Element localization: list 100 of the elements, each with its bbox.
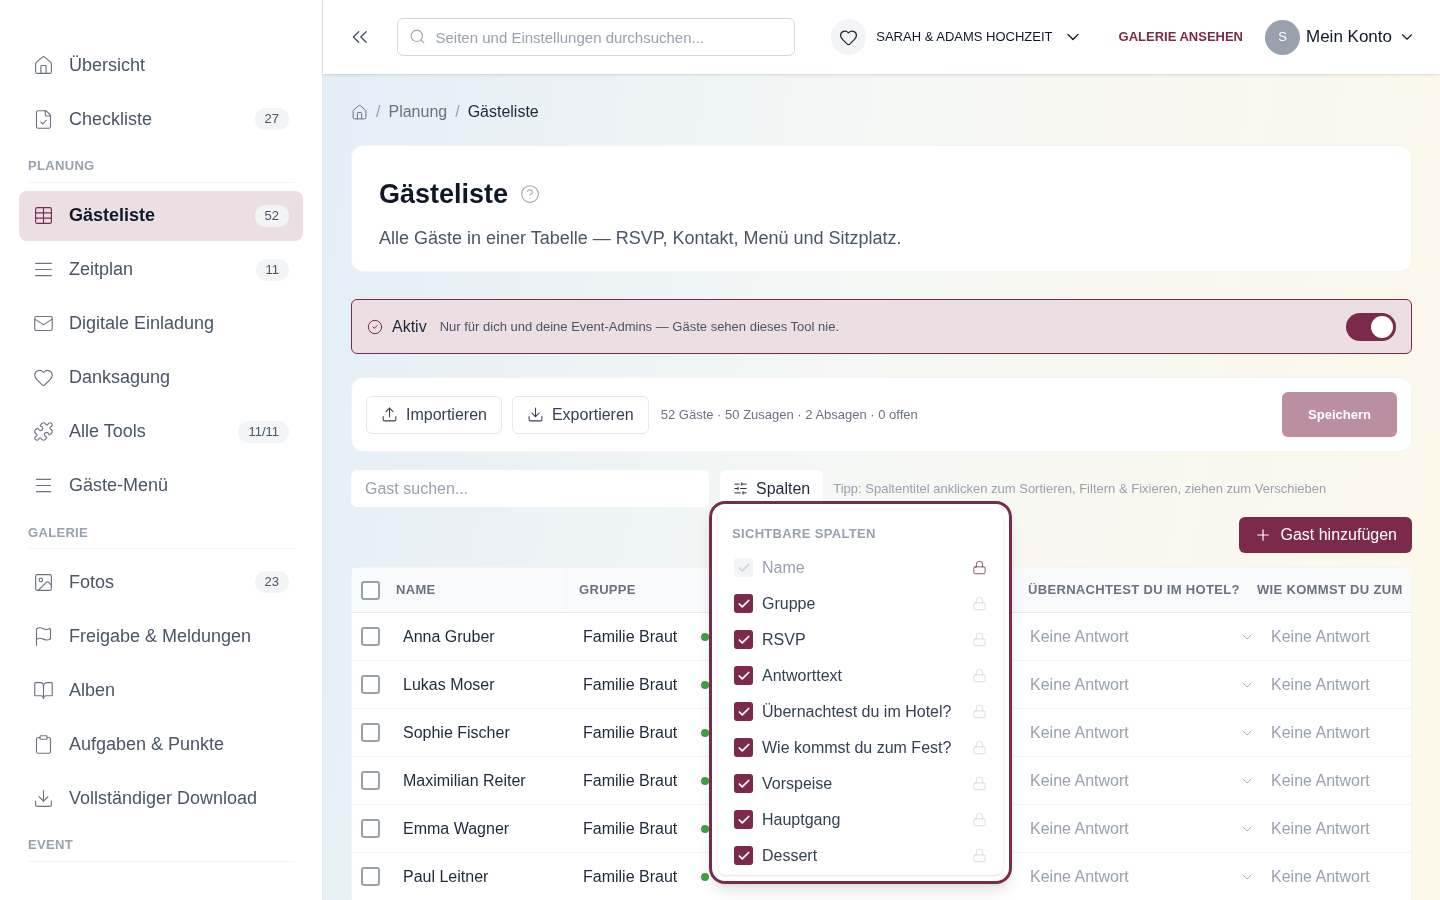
import-button[interactable]: Importieren: [366, 395, 502, 434]
table-cell-text: Familie Braut: [582, 770, 679, 791]
nav-item[interactable]: Zeitplan 11: [19, 244, 303, 295]
count-badge: 11: [255, 258, 289, 281]
checkbox[interactable]: [361, 627, 380, 646]
download-icon: [33, 787, 54, 809]
column-option[interactable]: Wie kommst du zum Fest?: [732, 729, 989, 766]
column-header[interactable]: NAME: [396, 580, 566, 600]
table-cell-text: Lukas Moser: [402, 674, 496, 695]
breadcrumb-item: Gästeliste: [467, 102, 539, 122]
nav-item[interactable]: Alle Tools 11/11: [19, 406, 303, 457]
table-cell-text: Familie Braut: [582, 626, 679, 647]
guest-summary: 52 Gäste · 50 Zusagen · 2 Absagen · 0 offen: [660, 405, 919, 424]
checkbox[interactable]: [361, 675, 380, 694]
column-header[interactable]: GRUPPE: [566, 568, 706, 612]
toggle-switch[interactable]: [1346, 312, 1396, 341]
table-cell-text: Keine Antwort: [1271, 674, 1370, 695]
notice-text: Nur für dich und deine Event-Admins — Gäste sehen dieses Tool nie.: [439, 317, 841, 336]
gallery-link[interactable]: GALERIE ANSEHEN: [1118, 27, 1243, 47]
nav-item[interactable]: Freigabe & Meldungen: [19, 611, 303, 661]
tip-text: Tipp: Spaltentitel anklicken zum Sortieren, Filtern & Fixieren, ziehen zum Verschieben: [833, 479, 1327, 498]
sliders-icon: [733, 481, 748, 496]
flag-icon: [33, 625, 54, 647]
table-cell-text: Familie Braut: [582, 722, 679, 743]
nav-item[interactable]: Fotos 23: [19, 557, 303, 607]
checkbox[interactable]: [734, 774, 753, 793]
table-icon: [33, 205, 54, 226]
breadcrumb-separator: /: [455, 102, 460, 122]
nav-item[interactable]: Danksagung: [19, 352, 303, 403]
home-icon: [33, 54, 54, 76]
puzzle-icon: [33, 421, 54, 442]
section-heading: GALERIE: [28, 522, 294, 549]
download-icon: [526, 406, 544, 423]
breadcrumb-separator: /: [376, 102, 381, 122]
checkbox[interactable]: [734, 630, 753, 649]
table-cell-text: Emma Wagner: [402, 818, 511, 839]
page-title: Gästeliste: [379, 178, 509, 211]
table-cell-text: Familie Braut: [582, 818, 679, 839]
popover-heading: SICHTBARE SPALTEN: [732, 525, 877, 543]
image-icon: [33, 571, 54, 593]
table-cell-text: Keine Antwort: [1271, 866, 1370, 887]
help-icon[interactable]: [520, 184, 541, 205]
check-circle-icon: [367, 318, 383, 335]
page-subtitle: Alle Gäste in einer Tabelle — RSVP, Kontakt, Menü und Sitzplatz.: [379, 226, 903, 250]
table-cell-text: Keine Antwort: [1271, 770, 1370, 791]
column-header[interactable]: ÜBERNACHTEST DU IM HOTEL?: [1016, 580, 1257, 600]
count-badge: 52: [254, 204, 289, 227]
count-badge: 11/11: [238, 420, 289, 443]
checkbox[interactable]: [734, 810, 753, 829]
mail-icon: [33, 313, 54, 334]
home-icon[interactable]: [351, 103, 368, 121]
checkbox[interactable]: [734, 702, 753, 721]
checkbox[interactable]: [734, 846, 753, 865]
search-icon: [408, 28, 426, 45]
account-menu[interactable]: Mein Konto: [1306, 24, 1416, 50]
table-cell-text: Familie Braut: [582, 866, 679, 887]
nav-item[interactable]: Checkliste 27: [19, 94, 303, 144]
add-guest-button[interactable]: Gast hinzufügen: [1239, 517, 1412, 553]
nav-item[interactable]: Gäste-Menü: [19, 460, 303, 511]
checkbox[interactable]: [734, 666, 753, 685]
export-button[interactable]: Exportieren: [511, 395, 649, 434]
table-cell-text: Familie Braut: [582, 674, 679, 695]
column-option[interactable]: Dessert: [732, 837, 989, 874]
column-option[interactable]: Übernachtest du im Hotel?: [732, 693, 989, 730]
nav-item[interactable]: Digitale Einladung: [19, 298, 303, 349]
nav-item[interactable]: Aufgaben & Punkte: [19, 719, 303, 769]
search-field[interactable]: Seiten und Einstellungen durchsuchen...: [396, 18, 795, 56]
upload-icon: [381, 406, 398, 423]
table-cell-text: Keine Antwort: [1271, 818, 1370, 839]
table-cell-text: Sophie Fischer: [402, 722, 511, 743]
checkbox[interactable]: [734, 594, 753, 613]
column-option[interactable]: Hauptgang: [732, 801, 989, 838]
event-selector[interactable]: SARAH & ADAMS HOCHZEIT: [876, 27, 1083, 47]
breadcrumb-item[interactable]: Planung: [388, 100, 448, 124]
heart-icon: [33, 367, 54, 388]
checkbox[interactable]: [361, 771, 380, 790]
nav-item[interactable]: Alben: [19, 665, 303, 715]
nav-item[interactable]: Vollständiger Download: [19, 773, 303, 823]
nav-item[interactable]: Übersicht: [19, 40, 303, 90]
column-option[interactable]: Vorspeise: [732, 765, 989, 802]
checkbox[interactable]: [361, 580, 380, 600]
count-badge: 27: [254, 108, 289, 130]
guest-search-field[interactable]: Gast suchen...: [351, 470, 709, 507]
table-cell-text: Keine Antwort: [1271, 722, 1370, 743]
column-option[interactable]: Antworttext: [732, 657, 989, 694]
checkbox[interactable]: [361, 723, 380, 742]
clipboard-icon: [33, 733, 54, 755]
count-badge: 23: [254, 571, 289, 593]
document-check-icon: [33, 108, 54, 130]
column-header[interactable]: WIE KOMMST DU ZUM: [1257, 580, 1411, 600]
column-option[interactable]: Gruppe: [732, 585, 989, 622]
column-option[interactable]: RSVP: [732, 621, 989, 658]
checkbox[interactable]: [361, 867, 380, 886]
book-icon: [33, 679, 54, 701]
section-heading: PLANUNG: [28, 156, 294, 183]
checkbox[interactable]: [361, 819, 380, 838]
table-cell-text: Maximilian Reiter: [402, 770, 527, 791]
checkbox[interactable]: [734, 738, 753, 757]
nav-item[interactable]: Gästeliste 52: [19, 190, 303, 241]
table-cell-text: Anna Gruber: [402, 626, 496, 647]
